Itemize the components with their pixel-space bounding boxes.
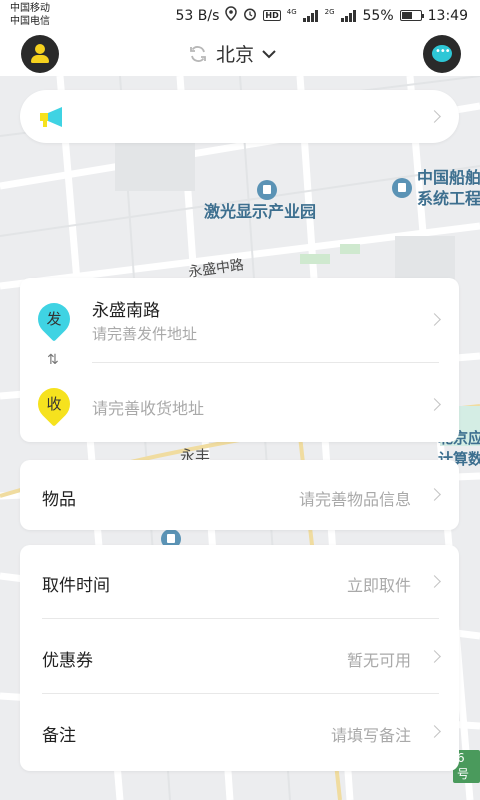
chat-icon [432,45,452,62]
notice-bar[interactable] [20,90,459,143]
alarm-icon [243,7,257,25]
net-speed: 53 B/s [175,7,220,24]
carrier-1: 中国移动 [10,3,50,14]
divider [42,618,439,619]
poi-icon-1 [257,180,277,200]
city-name: 北京 [216,44,255,66]
pickup-time-label: 取件时间 [42,576,110,596]
carrier-info: 中国移动 中国电信 [10,2,50,28]
net-type-2: 2G [324,7,335,16]
hd-badge: HD [263,10,281,21]
top-header: 北京 [0,32,480,76]
profile-button[interactable] [21,35,59,73]
remark-label: 备注 [42,726,76,746]
sender-address-hint: 请完善发件地址 [92,325,198,343]
signal-icon-2 [340,9,357,22]
sender-badge: 发 [46,310,62,328]
sender-pin-icon: 发 [31,296,77,342]
coupon-value: 暂无可用 [346,651,411,670]
poi-label-2a: 中国船舶 [417,168,480,187]
chevron-right-icon [428,488,441,501]
chevron-right-icon [428,398,441,411]
poi-icon-2 [392,178,412,198]
clock: 13:49 [427,7,468,24]
chevron-right-icon [428,110,441,123]
battery-percent: 55% [362,7,394,24]
sender-address-title: 永盛南路 [92,301,160,321]
coupon-label: 优惠券 [42,651,93,671]
receiver-pin-icon: 收 [31,381,77,427]
location-icon [225,6,238,25]
chevron-down-icon [262,49,276,58]
chevron-right-icon [428,725,441,738]
chat-button[interactable] [423,35,461,73]
divider [42,693,439,694]
remark-value: 请填写备注 [330,726,411,745]
carrier-2: 中国电信 [10,16,50,27]
net-type-1: 4G [286,7,297,16]
user-icon [35,44,45,54]
city-selector[interactable]: 北京 [188,40,276,67]
user-icon-body [31,55,49,63]
chevron-right-icon [428,650,441,663]
megaphone-icon [40,107,62,127]
pickup-time-value: 立即取件 [346,576,411,595]
battery-icon [399,10,424,21]
chevron-right-icon [428,313,441,326]
goods-value: 请完善物品信息 [298,490,411,509]
receiver-address-hint: 请完善收货地址 [92,399,205,418]
chevron-right-icon [428,575,441,588]
refresh-icon[interactable] [188,44,208,64]
swap-icon[interactable]: ⇅ [47,352,59,368]
signal-icon-1 [302,9,319,22]
goods-row[interactable]: 物品 请完善物品信息 [20,460,459,530]
receiver-badge: 收 [46,395,62,413]
goods-label: 物品 [42,490,76,510]
status-icons: 53 B/s HD 4G 2G 55% 13:49 [175,6,468,25]
divider [92,362,439,363]
status-bar: 中国移动 中国电信 53 B/s HD 4G 2G 55% 13:49 [0,0,480,32]
poi-label-1: 激光显示产业园 [204,202,317,221]
address-card: 发 永盛南路 请完善发件地址 ⇅ 收 请完善收货地址 [20,278,459,442]
order-options-card: 取件时间 立即取件 优惠券 暂无可用 备注 请填写备注 [20,545,459,771]
poi-label-2b: 系统工程 [417,189,480,208]
